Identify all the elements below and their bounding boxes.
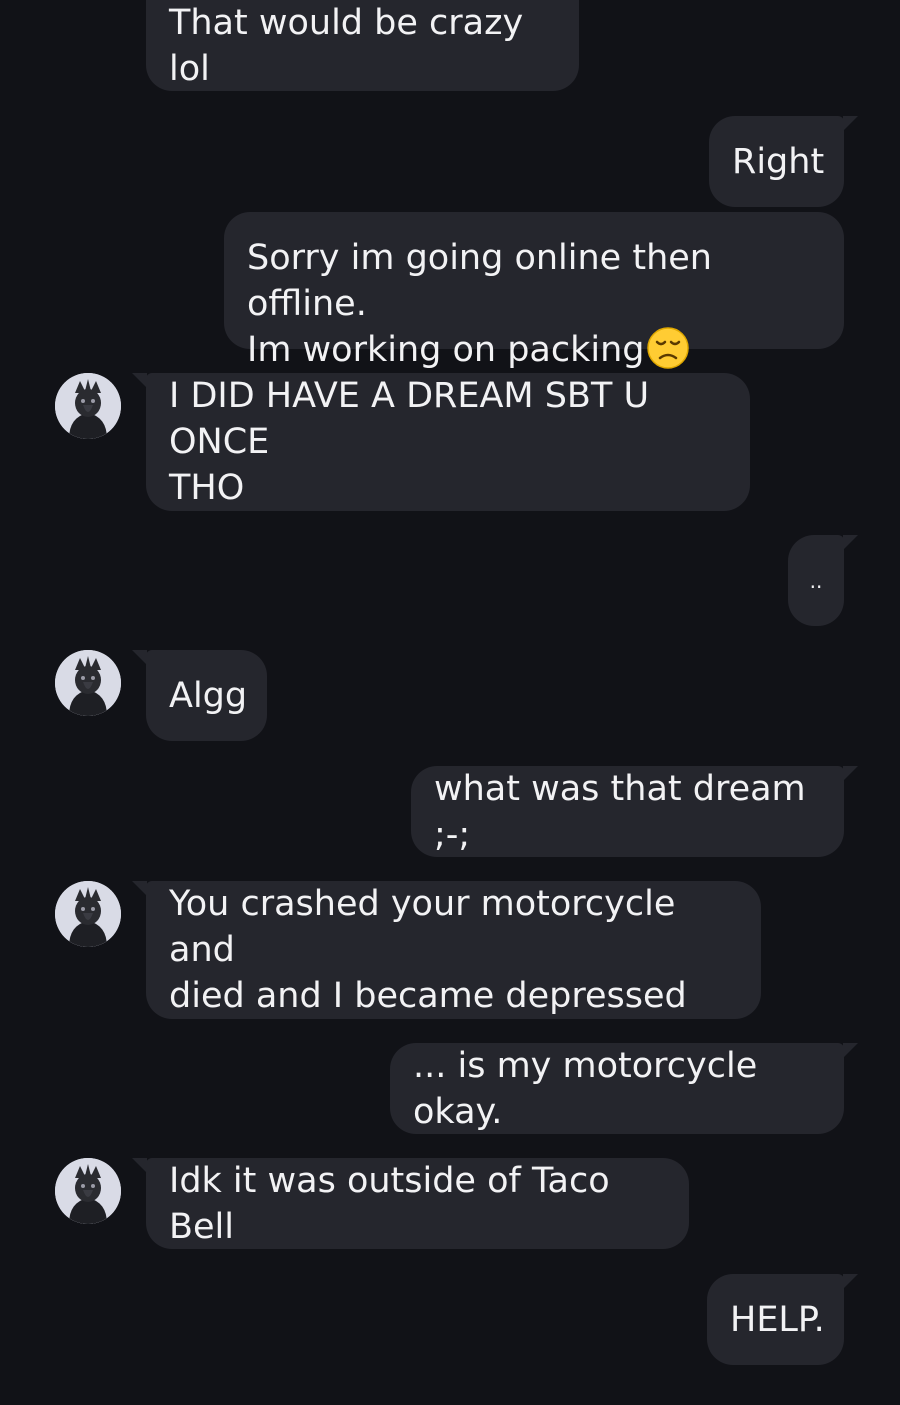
avatar-image xyxy=(55,881,121,947)
message-bubble-outgoing[interactable]: Sorry im going online then offline. Im w… xyxy=(224,212,844,370)
contact-avatar[interactable] xyxy=(55,373,121,439)
message-text: .. xyxy=(809,568,823,593)
message-text: I DID HAVE A DREAM SBT U ONCE THO xyxy=(169,376,650,508)
avatar-image xyxy=(55,1158,121,1224)
message-text: what was that dream ;-; xyxy=(434,768,806,855)
contact-avatar[interactable] xyxy=(55,1158,121,1224)
contact-avatar[interactable] xyxy=(55,881,121,947)
message-text: Sorry im going online then offline. Im w… xyxy=(247,237,712,370)
chat-screen: { "messages": [ {"id": "m1", "sender": "… xyxy=(0,0,900,1405)
message-bubble-incoming[interactable]: You crashed your motorcycle and died and… xyxy=(132,881,761,1019)
message-text: Idk it was outside of Taco Bell xyxy=(169,1160,610,1247)
message-bubble-outgoing[interactable]: ... is my motorcycle okay. xyxy=(390,1043,858,1134)
message-bubble-incoming[interactable]: That would be crazy lol xyxy=(146,0,579,91)
message-bubble-incoming[interactable]: Algg xyxy=(132,650,267,741)
message-bubble-incoming[interactable]: Idk it was outside of Taco Bell xyxy=(132,1158,689,1249)
message-bubble-outgoing[interactable]: HELP. xyxy=(707,1274,858,1365)
message-bubble-outgoing[interactable]: what was that dream ;-; xyxy=(411,766,858,857)
message-bubble-outgoing[interactable]: .. xyxy=(788,535,858,626)
message-text: ... is my motorcycle okay. xyxy=(413,1045,758,1132)
avatar-image xyxy=(55,650,121,716)
message-bubble-incoming[interactable]: I DID HAVE A DREAM SBT U ONCE THO xyxy=(132,373,750,511)
message-text: Right xyxy=(732,141,825,182)
message-text: Algg xyxy=(169,675,248,716)
avatar-image xyxy=(55,373,121,439)
message-text: That would be crazy lol xyxy=(169,2,524,89)
message-text: You crashed your motorcycle and died and… xyxy=(169,884,687,1016)
contact-avatar[interactable] xyxy=(55,650,121,716)
message-text: HELP. xyxy=(730,1299,825,1340)
disappointed-face-icon xyxy=(646,326,689,369)
